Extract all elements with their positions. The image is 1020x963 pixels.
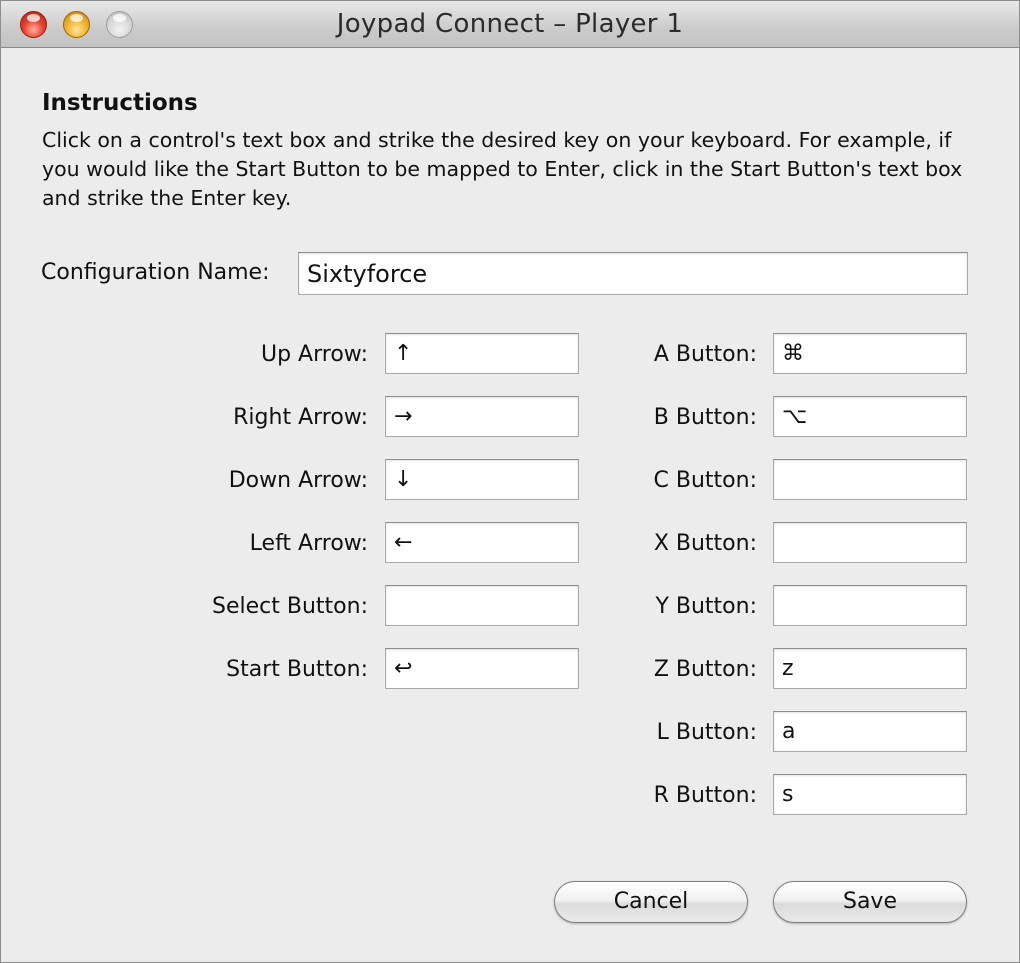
c-button-field[interactable]: [773, 459, 967, 500]
joypad-config-window: Joypad Connect – Player 1 Instructions C…: [0, 0, 1020, 963]
down-arrow-field[interactable]: [385, 459, 579, 500]
x-button-label: X Button:: [653, 531, 757, 556]
b-button-label: B Button:: [653, 405, 757, 430]
b-button-field[interactable]: [773, 396, 967, 437]
down-arrow-label: Down Arrow:: [228, 468, 368, 493]
instructions-text: Click on a control's text box and strike…: [42, 128, 963, 210]
up-arrow-label: Up Arrow:: [261, 342, 368, 367]
r-button-label: R Button:: [653, 783, 757, 808]
window-title: Joypad Connect – Player 1: [336, 9, 684, 39]
c-button-label: C Button:: [653, 468, 757, 493]
left-arrow-label: Left Arrow:: [249, 531, 368, 556]
y-button-label: Y Button:: [655, 594, 757, 619]
start-button-label: Start Button:: [226, 657, 368, 682]
title-bar[interactable]: Joypad Connect – Player 1: [1, 1, 1019, 48]
a-button-field[interactable]: [773, 333, 967, 374]
cancel-button[interactable]: Cancel: [554, 881, 748, 923]
select-button-field[interactable]: [385, 585, 579, 626]
r-button-field[interactable]: [773, 774, 967, 815]
right-arrow-field[interactable]: [385, 396, 579, 437]
select-button-label: Select Button:: [212, 594, 368, 619]
x-button-field[interactable]: [773, 522, 967, 563]
start-button-field[interactable]: [385, 648, 579, 689]
save-button[interactable]: Save: [773, 881, 967, 923]
instructions-heading: Instructions: [42, 90, 198, 116]
configuration-name-label: Configuration Name:: [41, 260, 270, 285]
y-button-field[interactable]: [773, 585, 967, 626]
right-arrow-label: Right Arrow:: [233, 405, 368, 430]
z-button-label: Z Button:: [653, 657, 757, 682]
l-button-field[interactable]: [773, 711, 967, 752]
l-button-label: L Button:: [656, 720, 757, 745]
up-arrow-field[interactable]: [385, 333, 579, 374]
a-button-label: A Button:: [653, 342, 757, 367]
z-button-field[interactable]: [773, 648, 967, 689]
left-arrow-field[interactable]: [385, 522, 579, 563]
configuration-name-input[interactable]: [298, 252, 968, 295]
